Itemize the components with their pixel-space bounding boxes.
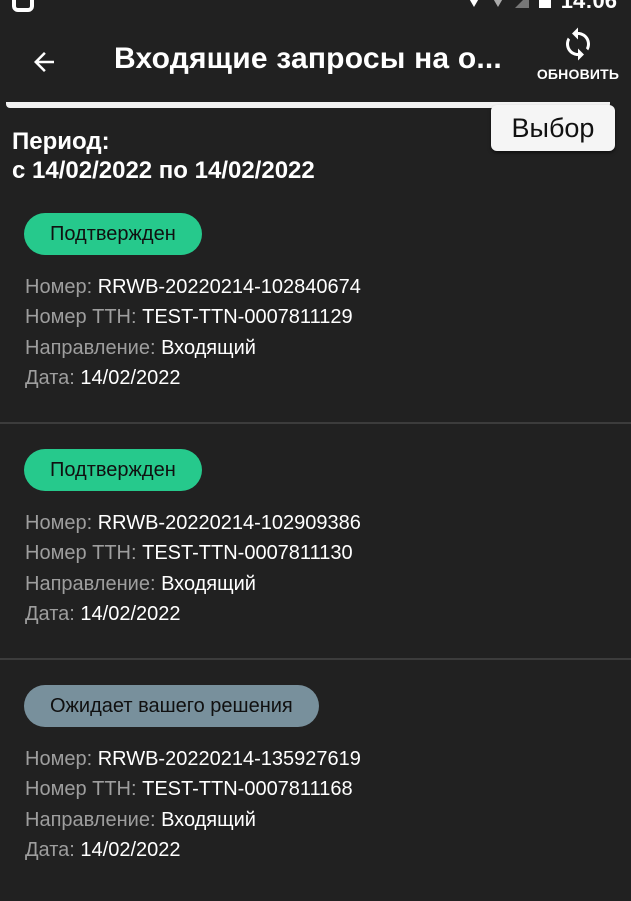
direction-value: Входящий: [161, 337, 256, 359]
ttn-row: Номер ТТН: TEST-TTN-0007811168: [25, 777, 353, 801]
number-row: Номер: RRWB-20220214-102840674: [25, 275, 361, 299]
refresh-icon: [566, 27, 590, 61]
status-badge: Подтвержден: [24, 213, 202, 255]
select-period-button[interactable]: Выбор: [491, 105, 615, 151]
date-value: 14/02/2022: [80, 839, 181, 861]
ttn-value: TEST-TTN-0007811130: [142, 542, 353, 564]
status-badge: Ожидает вашего решения: [24, 685, 319, 727]
status-bar: 14:06: [0, 0, 631, 18]
date-row: Дата: 14/02/2022: [25, 838, 181, 862]
number-row: Номер: RRWB-20220214-135927619: [25, 747, 361, 771]
date-label: Дата:: [25, 839, 81, 861]
number-label: Номер:: [25, 748, 98, 770]
number-value: RRWB-20220214-135927619: [97, 748, 361, 770]
ttn-label: Номер ТТН:: [25, 778, 143, 800]
number-label: Номер:: [25, 276, 98, 298]
location-icon: [466, 0, 481, 7]
app-bar: Входящие запросы на о... ОБНОВИТЬ: [0, 18, 631, 102]
status-icons: 14:06: [466, 0, 617, 13]
signal-icon: [514, 0, 529, 8]
period-label: Период:: [12, 128, 110, 155]
direction-label: Направление:: [25, 809, 162, 831]
date-label: Дата:: [25, 603, 81, 625]
number-value: RRWB-20220214-102909386: [97, 512, 361, 534]
direction-label: Направление:: [25, 573, 162, 595]
back-button[interactable]: [18, 36, 70, 88]
number-value: RRWB-20220214-102840674: [97, 276, 361, 298]
refresh-button[interactable]: ОБНОВИТЬ: [535, 26, 621, 96]
date-row: Дата: 14/02/2022: [25, 602, 181, 626]
request-card[interactable]: Подтвержден Номер: RRWB-20220214-1028406…: [0, 188, 631, 424]
page-title: Входящие запросы на о...: [114, 42, 502, 75]
direction-label: Направление:: [25, 337, 162, 359]
ttn-label: Номер ТТН:: [25, 542, 143, 564]
direction-row: Направление: Входящий: [25, 336, 256, 360]
direction-value: Входящий: [161, 573, 256, 595]
status-time: 14:06: [560, 0, 617, 13]
ttn-row: Номер ТТН: TEST-TTN-0007811129: [25, 305, 353, 329]
status-badge: Подтвержден: [24, 449, 202, 491]
ttn-value: TEST-TTN-0007811168: [142, 778, 353, 800]
direction-row: Направление: Входящий: [25, 808, 256, 832]
ttn-label: Номер ТТН:: [25, 306, 143, 328]
date-value: 14/02/2022: [80, 367, 181, 389]
request-card[interactable]: Ожидает вашего решения Номер: RRWB-20220…: [0, 660, 631, 896]
battery-icon: [538, 0, 551, 8]
wifi-icon: [490, 0, 505, 7]
period-range: с 14/02/2022 по 14/02/2022: [12, 157, 315, 184]
refresh-label: ОБНОВИТЬ: [536, 66, 620, 82]
request-card[interactable]: Подтвержден Номер: RRWB-20220214-1029093…: [0, 424, 631, 660]
app-notification-icon: [12, 0, 34, 12]
arrow-back-icon: [34, 52, 54, 72]
ttn-row: Номер ТТН: TEST-TTN-0007811130: [25, 541, 353, 565]
number-row: Номер: RRWB-20220214-102909386: [25, 511, 361, 535]
number-label: Номер:: [25, 512, 98, 534]
requests-list: Подтвержден Номер: RRWB-20220214-1028406…: [0, 188, 631, 896]
direction-row: Направление: Входящий: [25, 572, 256, 596]
date-row: Дата: 14/02/2022: [25, 366, 181, 390]
date-value: 14/02/2022: [80, 603, 181, 625]
date-label: Дата:: [25, 367, 81, 389]
ttn-value: TEST-TTN-0007811129: [142, 306, 353, 328]
direction-value: Входящий: [161, 809, 256, 831]
